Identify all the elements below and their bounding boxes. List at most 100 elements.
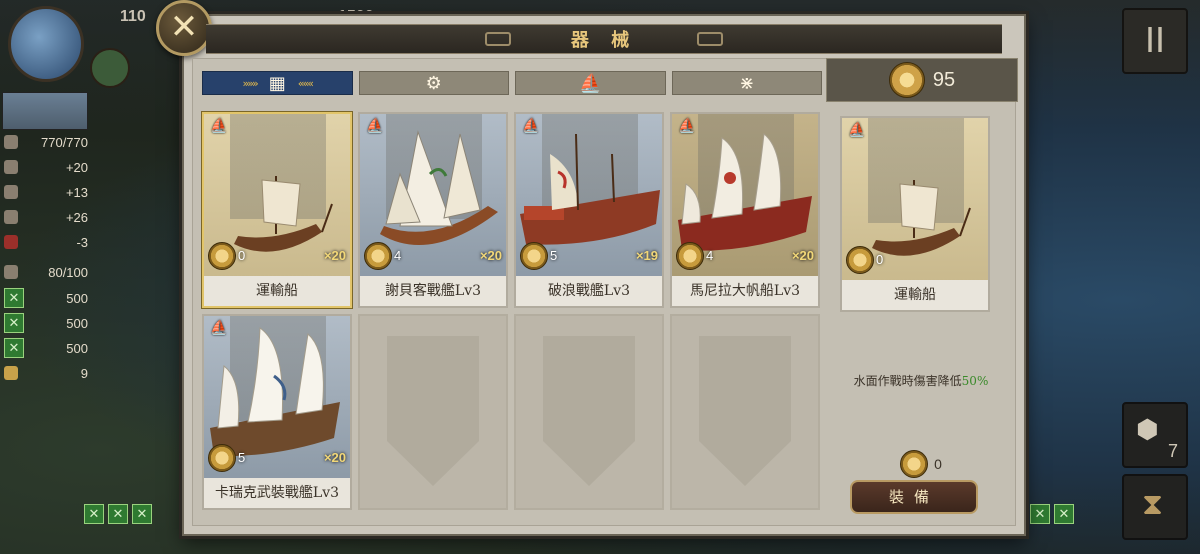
morale-icon — [4, 235, 18, 249]
speed-icon — [4, 185, 18, 199]
hourglass-button[interactable]: ⧗ — [1122, 474, 1188, 540]
card-cost: 5 — [550, 248, 558, 263]
card-art: ⛵ 4 ×20 — [672, 114, 818, 278]
card-quantity: ×19 — [635, 248, 658, 263]
city-thumbnail[interactable] — [2, 92, 88, 130]
skill-slot-icon[interactable]: ✕ — [108, 504, 128, 524]
banner-watermark — [387, 336, 479, 486]
stat-row: ✕ 500 — [4, 288, 88, 308]
ship-icon: ⛵ — [579, 72, 602, 94]
ship-type-icon: ⛵ — [848, 122, 866, 138]
equip-button[interactable]: 裝備 — [850, 480, 978, 514]
card-cost: 4 — [706, 248, 714, 263]
chevron-left-icon: ««« — [297, 76, 314, 90]
equipment-card-carrack[interactable]: ⛵ 5 ×20 卡瑞克武裝戰艦Lv3 — [202, 314, 352, 510]
tab-obstacle[interactable]: ⋇ — [671, 71, 822, 95]
description-percent: 50% — [961, 374, 989, 388]
helmet-icon — [4, 210, 18, 224]
gear-currency-value: 95 — [932, 68, 956, 91]
tab-siege[interactable]: ⚙ — [358, 71, 509, 95]
skill-x-icon: ✕ — [4, 288, 24, 308]
card-quantity: ×20 — [323, 248, 346, 263]
banner-watermark — [543, 336, 635, 486]
gear-cost-icon — [900, 450, 929, 478]
leaf-icon[interactable] — [90, 48, 130, 88]
card-name: 運輸船 — [842, 280, 988, 310]
equipment-card-wavebreaker[interactable]: ⛵ 5 ×19 破浪戰艦Lv3 — [514, 112, 664, 308]
card-art: ⛵ 5 ×19 — [516, 114, 662, 278]
banner-watermark — [699, 336, 791, 486]
card-art: ⛵ 0 — [842, 118, 988, 282]
empty-card-slot — [670, 314, 820, 510]
card-quantity: ×20 — [791, 248, 814, 263]
card-art: ⛵ 4 ×20 — [360, 114, 506, 278]
stat-row: +20 — [4, 157, 88, 177]
hp-icon — [4, 135, 18, 149]
left-hud: 110 770/770 +20 +13 +26 -3 80/100 ✕ 500 ✕… — [0, 0, 180, 554]
skill-x-icon: ✕ — [4, 313, 24, 333]
equipment-card-transport[interactable]: ⛵ 0 ×20 運輸船 — [202, 112, 352, 308]
equipment-card-xebec[interactable]: ⛵ 4 ×20 謝貝客戰艦Lv3 — [358, 112, 508, 308]
card-quantity: ×20 — [479, 248, 502, 263]
equipment-card-manila-galleon[interactable]: ⛵ 4 ×20 馬尼拉大帆船Lv3 — [670, 112, 820, 308]
card-quantity: ×20 — [323, 450, 346, 465]
catapult-icon: ⚙ — [425, 72, 442, 94]
tab-all[interactable]: »»» ▦ ««« — [202, 71, 353, 95]
stakes-icon: ⋇ — [739, 72, 755, 94]
card-name: 卡瑞克武裝戰艦Lv3 — [204, 478, 350, 508]
grid-icon: ▦ — [268, 72, 286, 94]
ship-type-icon: ⛵ — [210, 118, 228, 134]
stat-row: ✕ 500 — [4, 338, 88, 358]
hex-icon: ⬢ — [1136, 414, 1159, 444]
stat-row: -3 — [4, 232, 88, 252]
skill-slots-right: ✕ ✕ — [1030, 504, 1074, 524]
ship-type-icon: ⛵ — [678, 118, 696, 134]
card-cost: 5 — [238, 450, 246, 465]
chevron-right-icon: »»» — [242, 76, 259, 90]
card-cost: 4 — [394, 248, 402, 263]
tab-ship[interactable]: ⛵ — [515, 71, 666, 95]
attack-icon — [4, 160, 18, 174]
card-name: 運輸船 — [204, 276, 350, 306]
gear-cost-icon — [520, 242, 548, 270]
description-text: 水面作戰時傷害降低 — [853, 374, 962, 388]
skill-slot-icon[interactable]: ✕ — [1030, 504, 1050, 524]
stat-row: 80/100 — [4, 262, 88, 282]
ship-type-icon: ⛵ — [210, 320, 228, 336]
gear-cost-icon — [208, 444, 236, 472]
empty-card-slot — [514, 314, 664, 510]
equip-cost-row: 0 — [826, 450, 1016, 478]
card-cost: 0 — [876, 252, 884, 267]
stat-row: +13 — [4, 182, 88, 202]
skill-x-icon: ✕ — [4, 338, 24, 358]
equipment-panel: ✕ 器 械 »»» ▦ ««« ⚙ ⛵ ⋇ ⛵ 0 ×20 運輸船 ⛵ 4 ×2… — [156, 0, 1026, 536]
unit-stack-button[interactable]: ⬢ 7 — [1122, 402, 1188, 468]
gear-cost-icon — [676, 242, 704, 270]
gear-currency-icon — [888, 62, 925, 98]
title-ornament-icon — [697, 32, 724, 46]
stat-row: 9 — [4, 363, 88, 383]
stat-row: ✕ 500 — [4, 313, 88, 333]
selected-equipment-preview: ⛵ 0 運輸船 — [840, 116, 990, 312]
skill-slot-icon[interactable]: ✕ — [132, 504, 152, 524]
boot-icon — [4, 366, 18, 380]
ship-type-icon: ⛵ — [366, 118, 384, 134]
equip-cost-value: 0 — [934, 456, 942, 472]
category-tabs: »»» ▦ ««« ⚙ ⛵ ⋇ — [202, 71, 822, 95]
hourglass-icon: ⧗ — [1142, 488, 1164, 521]
gear-currency-bar: 95 — [826, 58, 1018, 102]
close-button[interactable]: ✕ — [156, 0, 212, 56]
equipment-grid: ⛵ 0 ×20 運輸船 ⛵ 4 ×20 謝貝客戰艦Lv3 ⛵ 5 ×19 破浪戰… — [202, 112, 822, 512]
gear-cost-icon — [364, 242, 392, 270]
skill-slots: ✕ ✕ ✕ — [84, 504, 152, 524]
ship-type-icon: ⛵ — [522, 118, 540, 134]
panel-title-bar: 器 械 — [206, 24, 1002, 54]
skill-slot-icon[interactable]: ✕ — [1054, 504, 1074, 524]
troops-icon — [4, 265, 18, 279]
stat-row: 770/770 — [4, 132, 88, 152]
unit-count: 7 — [1167, 441, 1178, 461]
player-avatar[interactable] — [8, 6, 84, 82]
pause-button[interactable]: II — [1122, 8, 1188, 74]
equipment-description: 水面作戰時傷害降低50% — [826, 372, 1016, 389]
skill-slot-icon[interactable]: ✕ — [84, 504, 104, 524]
